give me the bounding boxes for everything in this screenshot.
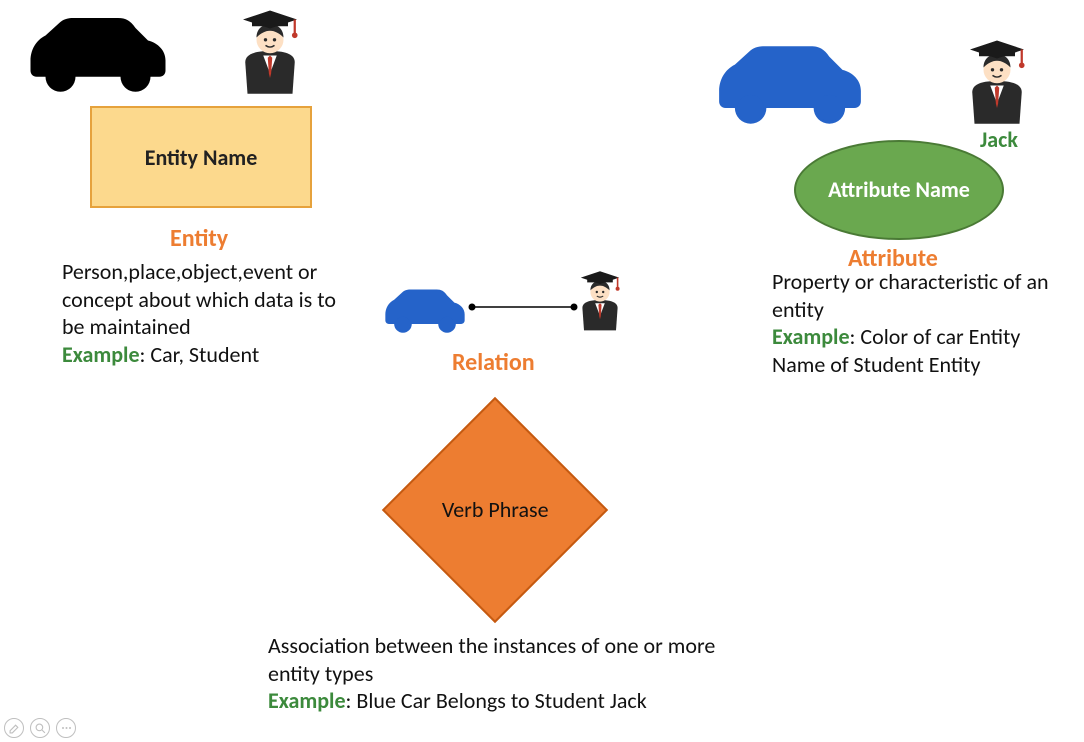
entity-box-label: Entity Name bbox=[145, 144, 258, 171]
student-icon-attribute bbox=[952, 36, 1042, 126]
car-icon-small bbox=[378, 282, 472, 338]
entity-description: Person,place,object,event or concept abo… bbox=[62, 258, 362, 368]
entity-desc-text: Person,place,object,event or concept abo… bbox=[62, 258, 336, 340]
pen-icon[interactable] bbox=[4, 718, 24, 738]
car-icon bbox=[18, 10, 178, 96]
car-icon-blue bbox=[706, 38, 874, 128]
relation-desc-text: Association between the instances of one… bbox=[268, 632, 715, 687]
student-icon-small bbox=[568, 268, 632, 332]
more-icon[interactable] bbox=[56, 718, 76, 738]
entity-example-text: : Car, Student bbox=[140, 341, 260, 368]
relation-diamond-label: Verb Phrase bbox=[442, 498, 549, 522]
attribute-description: Property or characteristic of an entity … bbox=[772, 268, 1072, 378]
magnifier-icon[interactable] bbox=[30, 718, 50, 738]
entity-heading: Entity bbox=[170, 224, 228, 253]
relation-line bbox=[468, 302, 578, 312]
entity-name-box: Entity Name bbox=[90, 106, 312, 208]
presentation-controls bbox=[4, 718, 76, 738]
relation-description: Association between the instances of one… bbox=[268, 632, 768, 715]
attribute-example-label: Example bbox=[772, 323, 850, 350]
student-icon bbox=[225, 6, 315, 96]
entity-example-label: Example bbox=[62, 341, 140, 368]
jack-label: Jack bbox=[980, 126, 1018, 153]
relation-example-text: : Blue Car Belongs to Student Jack bbox=[346, 687, 647, 714]
relation-diamond: Verb Phrase bbox=[380, 395, 610, 625]
relation-example-label: Example bbox=[268, 687, 346, 714]
relation-heading: Relation bbox=[452, 348, 535, 377]
attribute-ellipse: Attribute Name bbox=[794, 140, 1004, 240]
attribute-ellipse-label: Attribute Name bbox=[828, 178, 970, 202]
attribute-desc-text: Property or characteristic of an entity bbox=[772, 268, 1049, 323]
